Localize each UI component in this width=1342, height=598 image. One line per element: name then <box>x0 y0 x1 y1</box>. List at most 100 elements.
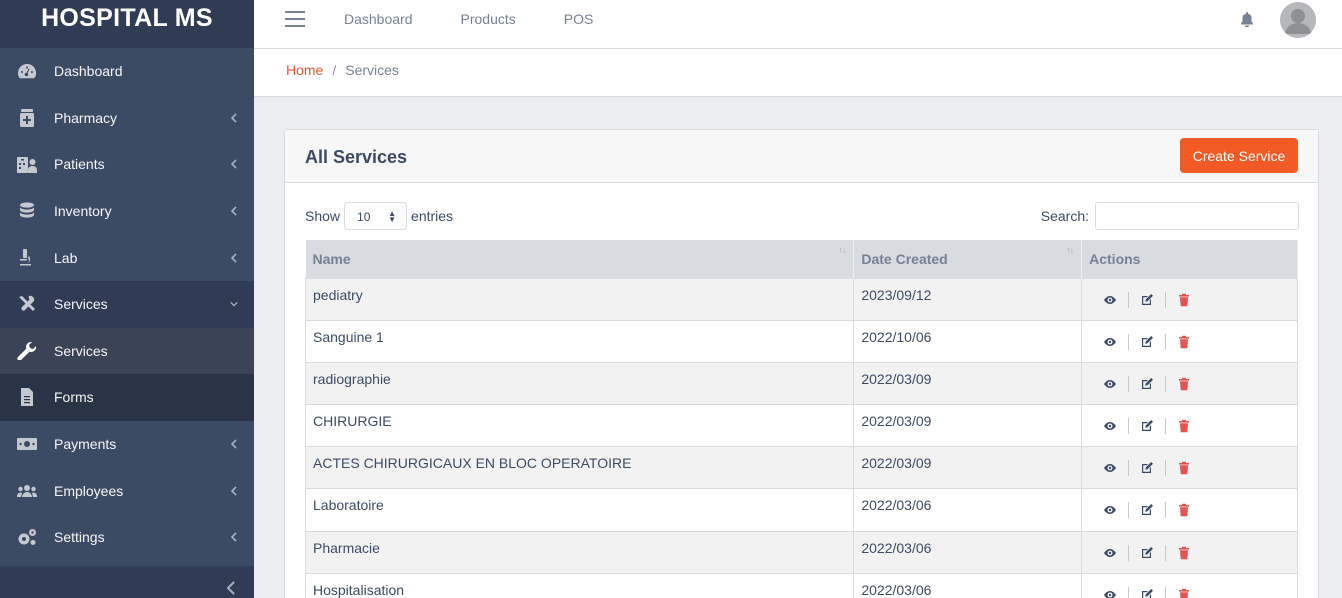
hamburger-menu-icon[interactable] <box>285 11 305 27</box>
delete-icon[interactable] <box>1171 544 1197 562</box>
search-label: Search: <box>1040 208 1089 224</box>
sidebar-item-label: Settings <box>54 529 105 546</box>
entries-select[interactable]: 10 ▲ ▼ <box>344 202 408 230</box>
select-arrows-icon: ▲ ▼ <box>388 209 397 224</box>
top-nav: Dashboard Products POS <box>344 11 641 27</box>
sidebar-item-inventory[interactable]: Inventory <box>0 188 254 235</box>
sidebar-subitem-services[interactable]: Services <box>0 327 254 375</box>
service-date: 2022/03/06 <box>853 530 1083 574</box>
service-date: 2022/03/06 <box>853 572 1083 598</box>
page-title: All Services <box>305 147 408 167</box>
column-header-name[interactable]: Name ↑↓ <box>305 240 855 278</box>
topnav-pos[interactable]: POS <box>564 11 594 27</box>
bell-icon[interactable] <box>1240 12 1254 30</box>
chevron-left-icon <box>226 581 235 595</box>
view-icon[interactable] <box>1097 291 1123 309</box>
view-icon[interactable] <box>1097 544 1123 562</box>
view-icon[interactable] <box>1097 417 1123 435</box>
chevron-down-icon <box>230 296 238 312</box>
sidebar-item-payments[interactable]: Payments <box>0 421 254 468</box>
services-table: Name ↑↓ Date Created ↑↓ Actions pediatry 2… <box>304 240 1298 598</box>
view-icon[interactable] <box>1097 459 1123 477</box>
sidebar-item-label: Services <box>54 342 108 359</box>
microscope-icon <box>15 248 39 268</box>
money-icon <box>15 434 39 454</box>
sidebar-item-label: Services <box>54 296 108 313</box>
sidebar-item-label: Employees <box>54 482 124 499</box>
create-service-button[interactable]: Create Service <box>1180 138 1298 173</box>
sidebar-item-label: Pharmacy <box>54 109 118 126</box>
column-header-date[interactable]: Date Created ↑↓ <box>853 240 1083 278</box>
delete-icon[interactable] <box>1171 375 1197 393</box>
sidebar-item-settings[interactable]: Settings <box>0 514 254 561</box>
column-header-label: Name <box>312 250 351 267</box>
edit-icon[interactable] <box>1134 417 1160 435</box>
service-name: pediatry <box>304 277 855 321</box>
delete-icon[interactable] <box>1171 459 1197 477</box>
sidebar-item-services[interactable]: Services <box>0 280 254 328</box>
row-actions <box>1081 572 1298 598</box>
chevron-left-icon <box>230 110 238 126</box>
sidebar-item-patients[interactable]: Patients <box>0 141 254 188</box>
delete-icon[interactable] <box>1171 291 1197 309</box>
brand-title: HOSPITAL MS <box>41 3 213 32</box>
edit-icon[interactable] <box>1134 333 1160 351</box>
file-icon <box>15 387 39 407</box>
entries-label: entries <box>411 208 454 224</box>
edit-icon[interactable] <box>1134 501 1160 519</box>
topnav-products[interactable]: Products <box>461 11 516 27</box>
topnav-dashboard[interactable]: Dashboard <box>344 11 413 27</box>
chevron-left-icon <box>230 156 238 172</box>
view-icon[interactable] <box>1097 375 1123 393</box>
edit-icon[interactable] <box>1134 459 1160 477</box>
service-date: 2022/03/09 <box>853 404 1083 447</box>
sidebar-item-label: Patients <box>54 156 105 173</box>
avatar[interactable] <box>1280 2 1316 38</box>
breadcrumb-current: Services <box>345 62 399 78</box>
service-name: Sanguine 1 <box>304 319 855 363</box>
delete-icon[interactable] <box>1171 417 1197 435</box>
service-date: 2022/10/06 <box>853 319 1083 363</box>
view-icon[interactable] <box>1097 501 1123 519</box>
edit-icon[interactable] <box>1134 586 1160 598</box>
edit-icon[interactable] <box>1134 544 1160 562</box>
view-icon[interactable] <box>1097 333 1123 351</box>
table-row: pediatry 2023/09/12 <box>304 277 1298 321</box>
service-name: CHIRURGIE <box>304 404 855 447</box>
sidebar-subitem-forms[interactable]: Forms <box>0 374 254 421</box>
sidebar-minimize-button[interactable] <box>0 566 254 598</box>
sidebar-item-employees[interactable]: Employees <box>0 467 254 514</box>
edit-icon[interactable] <box>1134 291 1160 309</box>
table-row: Sanguine 1 2022/10/06 <box>304 319 1298 363</box>
tools-icon <box>15 294 39 314</box>
breadcrumb: Home / Services <box>286 62 399 78</box>
table-row: Laboratoire 2022/03/06 <box>304 488 1298 532</box>
row-actions <box>1081 277 1298 321</box>
sidebar-item-lab[interactable]: Lab <box>0 234 254 281</box>
breadcrumb-separator: / <box>332 62 337 78</box>
chevron-left-icon <box>230 483 238 499</box>
service-name: Laboratoire <box>304 488 855 532</box>
medkit-icon <box>15 108 39 128</box>
row-actions <box>1081 488 1298 532</box>
edit-icon[interactable] <box>1134 375 1160 393</box>
wrench-icon <box>15 341 39 361</box>
delete-icon[interactable] <box>1171 501 1197 519</box>
view-icon[interactable] <box>1097 586 1123 598</box>
table-row: Pharmacie 2022/03/06 <box>304 530 1298 574</box>
breadcrumb-home-link[interactable]: Home <box>286 62 323 78</box>
sidebar-item-label: Forms <box>54 389 94 406</box>
search-input[interactable] <box>1095 202 1299 230</box>
column-header-label: Date Created <box>861 250 948 267</box>
sidebar-item-pharmacy[interactable]: Pharmacy <box>0 95 254 142</box>
service-date: 2023/09/12 <box>853 277 1083 321</box>
table-row: ACTES CHIRURGICAUX EN BLOC OPERATOIRE 20… <box>304 446 1298 489</box>
delete-icon[interactable] <box>1171 586 1197 598</box>
sidebar: HOSPITAL MS Dashboard Pharmacy Patients … <box>0 0 254 598</box>
table-row: radiographie 2022/03/09 <box>304 361 1298 405</box>
database-icon <box>15 201 39 221</box>
brand[interactable]: HOSPITAL MS <box>0 0 254 48</box>
delete-icon[interactable] <box>1171 333 1197 351</box>
sidebar-item-dashboard[interactable]: Dashboard <box>0 48 254 95</box>
chevron-left-icon <box>230 529 238 545</box>
